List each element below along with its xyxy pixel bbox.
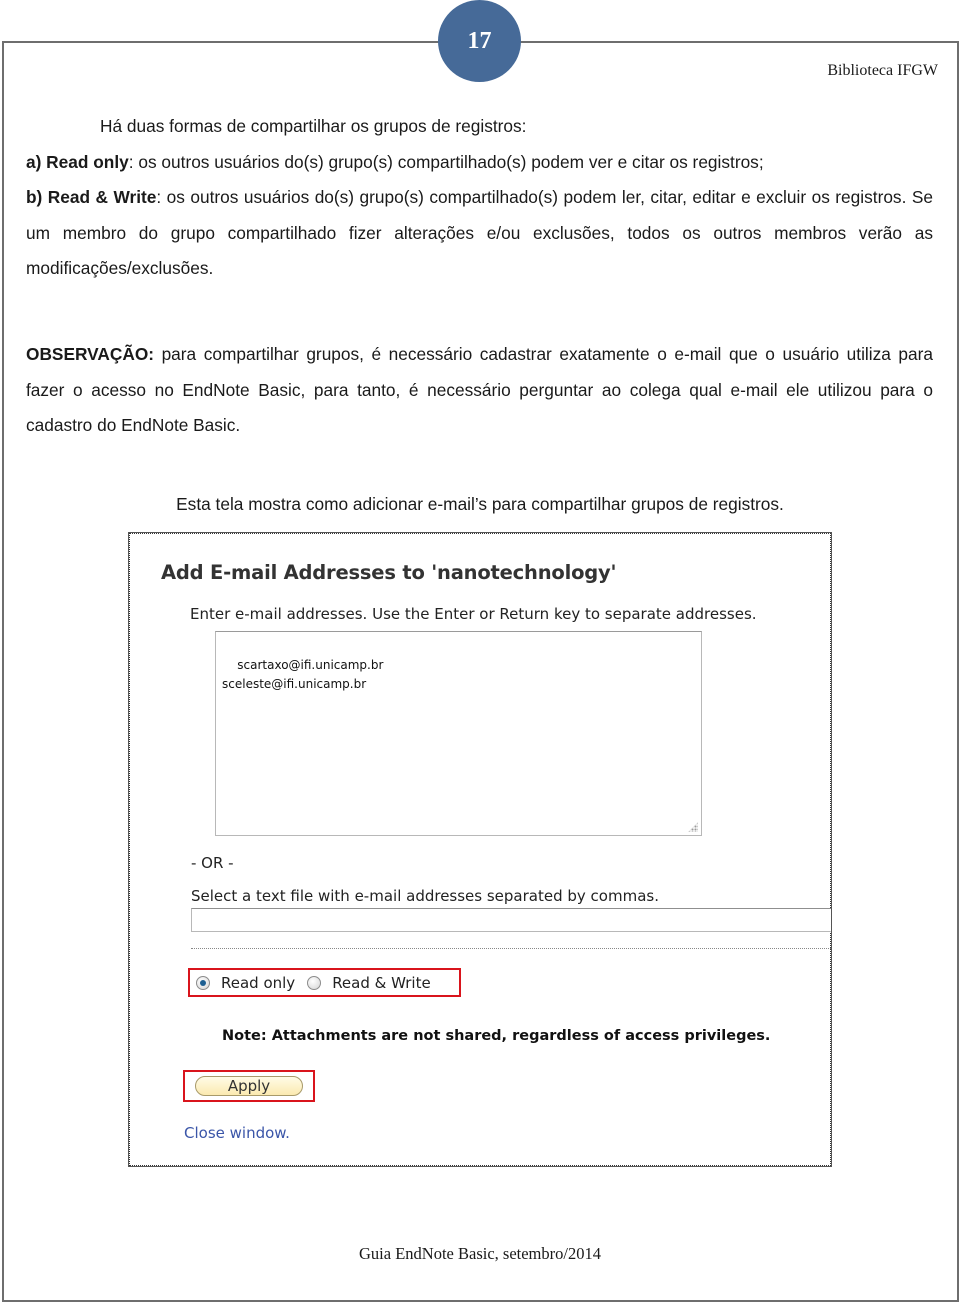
apply-button[interactable]: Apply [195,1076,303,1096]
read-write-label[interactable]: Read & Write [332,974,431,992]
apply-highlight-box: Apply [183,1070,315,1102]
add-email-dialog-screenshot: Add E-mail Addresses to 'nanotechnology'… [128,532,832,1167]
file-select-label: Select a text file with e-mail addresses… [191,887,659,905]
email-addresses-value: scartaxo@ifi.unicamp.br sceleste@ifi.uni… [222,658,384,691]
attachments-note: Note: Attachments are not shared, regard… [222,1028,771,1044]
page-number-badge: 17 [438,0,521,82]
dotted-divider [191,948,831,949]
figure-caption: Esta tela mostra como adicionar e-mail’s… [176,494,784,514]
item-read-write-label: b) Read & Write [26,187,157,207]
item-read-only: a) Read only: os outros usuários do(s) g… [26,145,933,181]
header-library-name: Biblioteca IFGW [827,62,938,79]
item-read-only-text: : os outros usuários do(s) grupo(s) comp… [128,151,764,172]
email-instructions: Enter e-mail addresses. Use the Enter or… [190,605,757,623]
item-read-write: b) Read & Write: os outros usuários do(s… [26,180,933,287]
sharing-modes-section: Há duas formas de compartilhar os grupos… [26,109,933,287]
page-number: 17 [467,27,492,54]
close-window-link[interactable]: Close window. [184,1124,290,1142]
page-footer: Guia EndNote Basic, setembro/2014 [359,1244,601,1263]
item-read-write-text: : os outros usuários do(s) grupo(s) comp… [26,187,933,278]
or-separator: - OR - [191,854,234,872]
email-addresses-textarea[interactable]: scartaxo@ifi.unicamp.br sceleste@ifi.uni… [215,631,702,836]
read-only-label[interactable]: Read only [221,974,295,992]
observation-paragraph: OBSERVAÇÃO: para compartilhar grupos, é … [26,337,933,444]
email-file-input[interactable] [191,908,831,932]
item-read-only-label: a) Read only [26,151,129,172]
intro-paragraph: Há duas formas de compartilhar os grupos… [100,116,527,136]
access-privileges-radio-group: Read only Read & Write [188,968,461,997]
read-write-radio[interactable] [307,975,322,990]
read-only-radio[interactable] [196,975,210,990]
observation-text: para compartilhar grupos, é necessário c… [26,344,933,435]
resize-grip-icon[interactable] [688,822,698,832]
observation-label: OBSERVAÇÃO: [26,344,155,364]
dialog-title: Add E-mail Addresses to 'nanotechnology' [161,561,617,584]
